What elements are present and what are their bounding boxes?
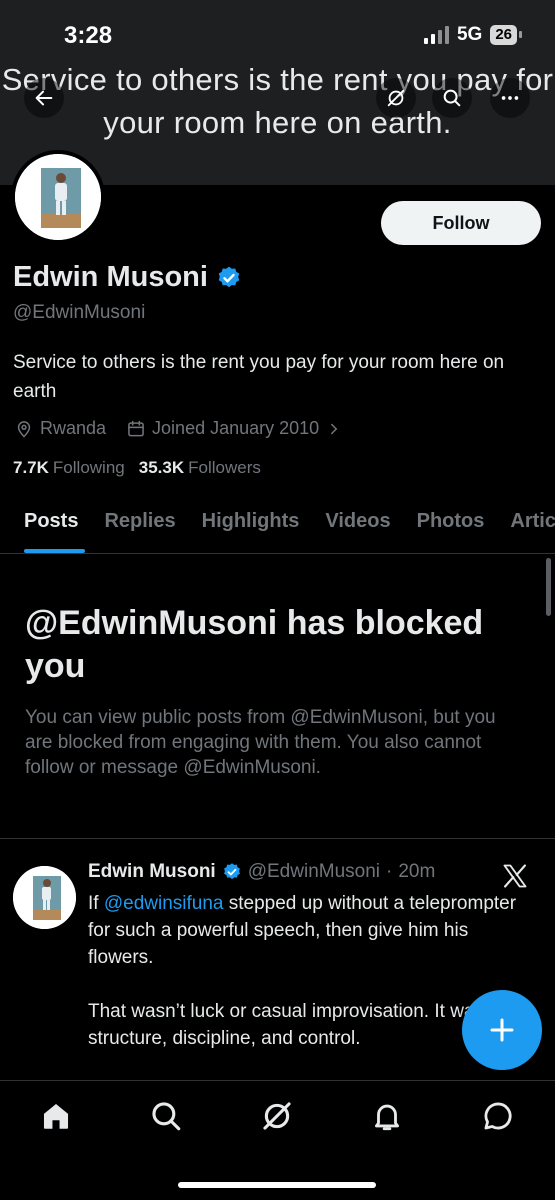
avatar-image [15, 154, 101, 240]
search-button[interactable] [432, 78, 472, 118]
plus-icon [490, 1018, 514, 1042]
compose-post-button[interactable] [462, 990, 542, 1070]
divider [0, 838, 555, 839]
profile-handle: @EdwinMusoni [13, 302, 146, 323]
home-icon[interactable] [39, 1099, 73, 1133]
profile-name: Edwin Musoni [13, 261, 208, 293]
tab-highlights[interactable]: Highlights [189, 500, 313, 553]
post-time: 20m [398, 861, 436, 882]
search-icon [443, 89, 461, 107]
more-icon [501, 96, 519, 100]
calendar-icon [128, 420, 144, 436]
tab-photos[interactable]: Photos [404, 500, 498, 553]
grok-icon[interactable] [260, 1099, 294, 1133]
chevron-right-icon [331, 423, 338, 434]
search-icon[interactable] [149, 1099, 183, 1133]
following-count: 7.7K [13, 458, 49, 477]
followers-count: 35.3K [138, 458, 185, 477]
back-button[interactable] [24, 78, 64, 118]
location-text: Rwanda [40, 418, 107, 438]
blocked-title: @EdwinMusoni has blocked you [25, 604, 484, 685]
profile-name-row: Edwin Musoni [13, 261, 242, 294]
tab-posts[interactable]: Posts [0, 500, 91, 553]
followers-link[interactable]: 35.3K Followers [139, 458, 261, 478]
followers-label: Followers [188, 458, 261, 477]
grok-button[interactable] [376, 78, 416, 118]
following-label: Following [52, 458, 125, 477]
verified-badge-icon [223, 863, 240, 880]
tab-videos[interactable]: Videos [312, 500, 403, 553]
post-author-handle: @EdwinMusoni [247, 861, 381, 882]
location-pin-icon [17, 420, 31, 438]
blocked-description: You can view public posts from @EdwinMus… [25, 707, 496, 778]
profile-tabs: Posts Replies Highlights Videos Photos A… [0, 500, 555, 554]
home-indicator [178, 1182, 376, 1188]
post-avatar[interactable] [13, 866, 76, 929]
messages-icon[interactable] [481, 1099, 515, 1133]
profile-bio: Service to others is the rent you pay fo… [13, 352, 505, 402]
grok-icon [387, 89, 405, 107]
verified-badge-icon[interactable] [216, 265, 242, 291]
joined-item[interactable]: Joined January 2010 [126, 418, 343, 439]
profile-avatar[interactable] [11, 150, 105, 244]
post-separator: · [386, 861, 393, 882]
post-body[interactable]: If @edwinsifuna stepped up without a tel… [88, 890, 528, 1079]
location-item: Rwanda [14, 418, 106, 439]
post-author-name[interactable]: Edwin Musoni [88, 861, 216, 883]
battery-icon: 26 [490, 25, 522, 45]
following-link[interactable]: 7.7K Following [13, 458, 125, 478]
back-arrow-icon [35, 90, 53, 106]
scrollbar[interactable] [546, 558, 551, 616]
post-mention[interactable]: @edwinsifuna [104, 893, 224, 914]
post-paragraph-1: If @edwinsifuna stepped up without a tel… [88, 890, 528, 971]
signal-icon [423, 26, 449, 44]
x-logo-icon [503, 864, 527, 888]
profile-stats: 7.7K Following 35.3K Followers [13, 458, 261, 478]
more-button[interactable] [490, 78, 530, 118]
profile-meta: Rwanda Joined January 2010 [14, 418, 343, 439]
status-time: 3:28 [64, 22, 113, 49]
notifications-icon[interactable] [370, 1099, 404, 1133]
joined-text: Joined January 2010 [152, 418, 320, 438]
network-type: 5G [456, 24, 483, 45]
status-bar-right: 5G 26 [423, 24, 522, 46]
tab-articles[interactable]: Articles [497, 500, 555, 553]
post-header: Edwin Musoni @EdwinMusoni · 20m [88, 861, 435, 883]
tab-replies[interactable]: Replies [91, 500, 188, 553]
follow-button[interactable]: Follow [381, 201, 541, 245]
post-text-prefix: If [88, 893, 104, 914]
